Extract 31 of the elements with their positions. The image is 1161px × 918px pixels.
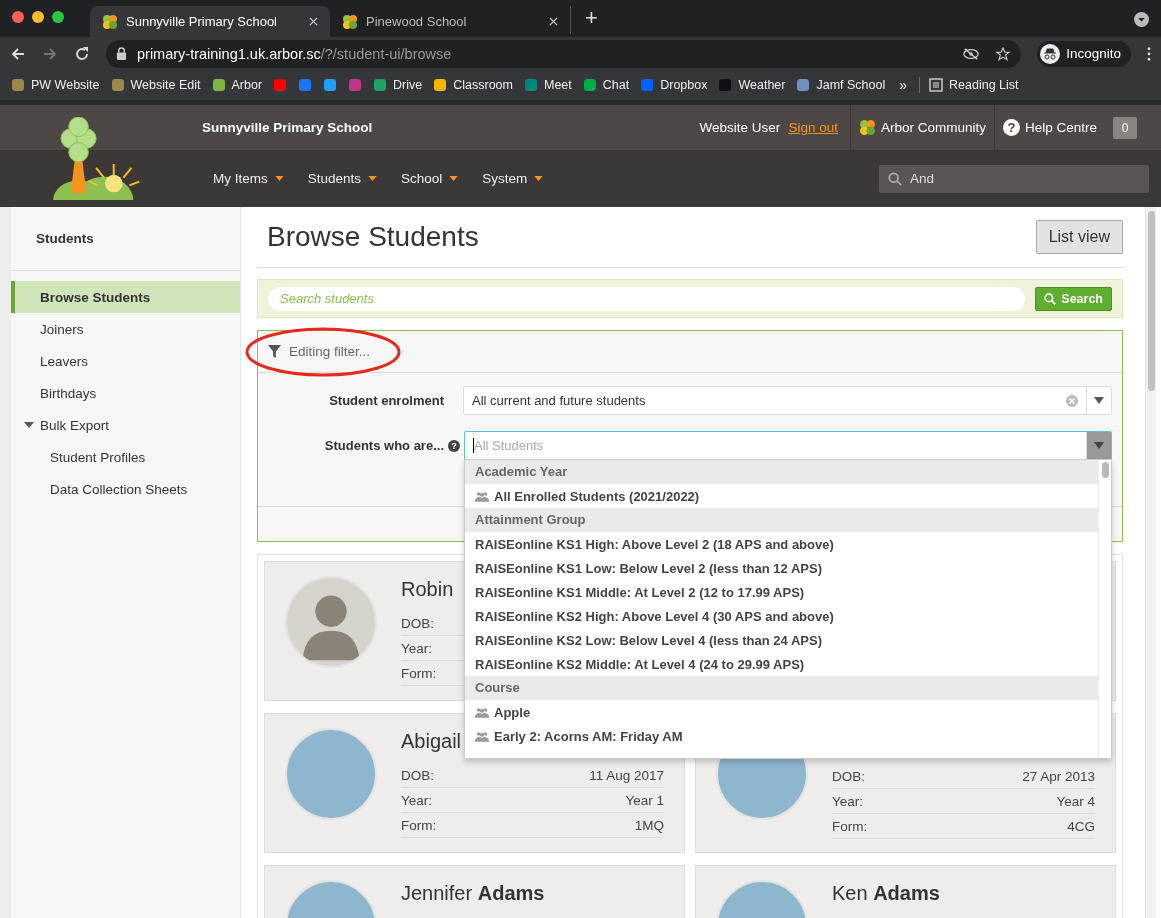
detail-value: 11 Aug 2017 [589,767,664,783]
student-name: Robin [401,578,454,601]
page-title: Browse Students [267,221,479,253]
detail-value: Year 1 [625,792,664,808]
detail-label: Year: [401,792,433,808]
group-heading: Academic Year [465,460,1098,484]
detail-label: Year: [401,640,433,656]
tab-title: Sunnyville Primary School [126,14,278,29]
detail-value: 27 Apr 2013 [1022,768,1095,784]
school-name: Sunnyville Primary School [202,120,373,135]
group-heading: Attainment Group [465,508,1098,532]
detail-value: 1MQ [634,817,664,833]
detail-label: DOB: [832,768,865,784]
student-name: Abigail [401,730,462,753]
detail-label: Form: [401,665,437,681]
field-label: Student enrolment [328,393,444,408]
detail-label: Form: [401,817,437,833]
user-name: Website User [699,120,781,135]
detail-value: Year 4 [1056,793,1095,809]
field-label: Students who are... [323,438,444,453]
detail-value: 4CG [1067,818,1095,834]
sidebar-heading: Students [11,207,240,271]
group-heading: Course [465,676,1098,700]
tab-title: Pinewood School [366,14,468,29]
student-name: Jennifer Adams [401,882,545,905]
detail-label: DOB: [401,767,434,783]
detail-label: Form: [832,818,868,834]
detail-label: DOB: [401,615,434,631]
detail-label: Year: [832,793,864,809]
student-name: Ken Adams [832,882,940,905]
help-icon: ? [1002,119,1020,136]
